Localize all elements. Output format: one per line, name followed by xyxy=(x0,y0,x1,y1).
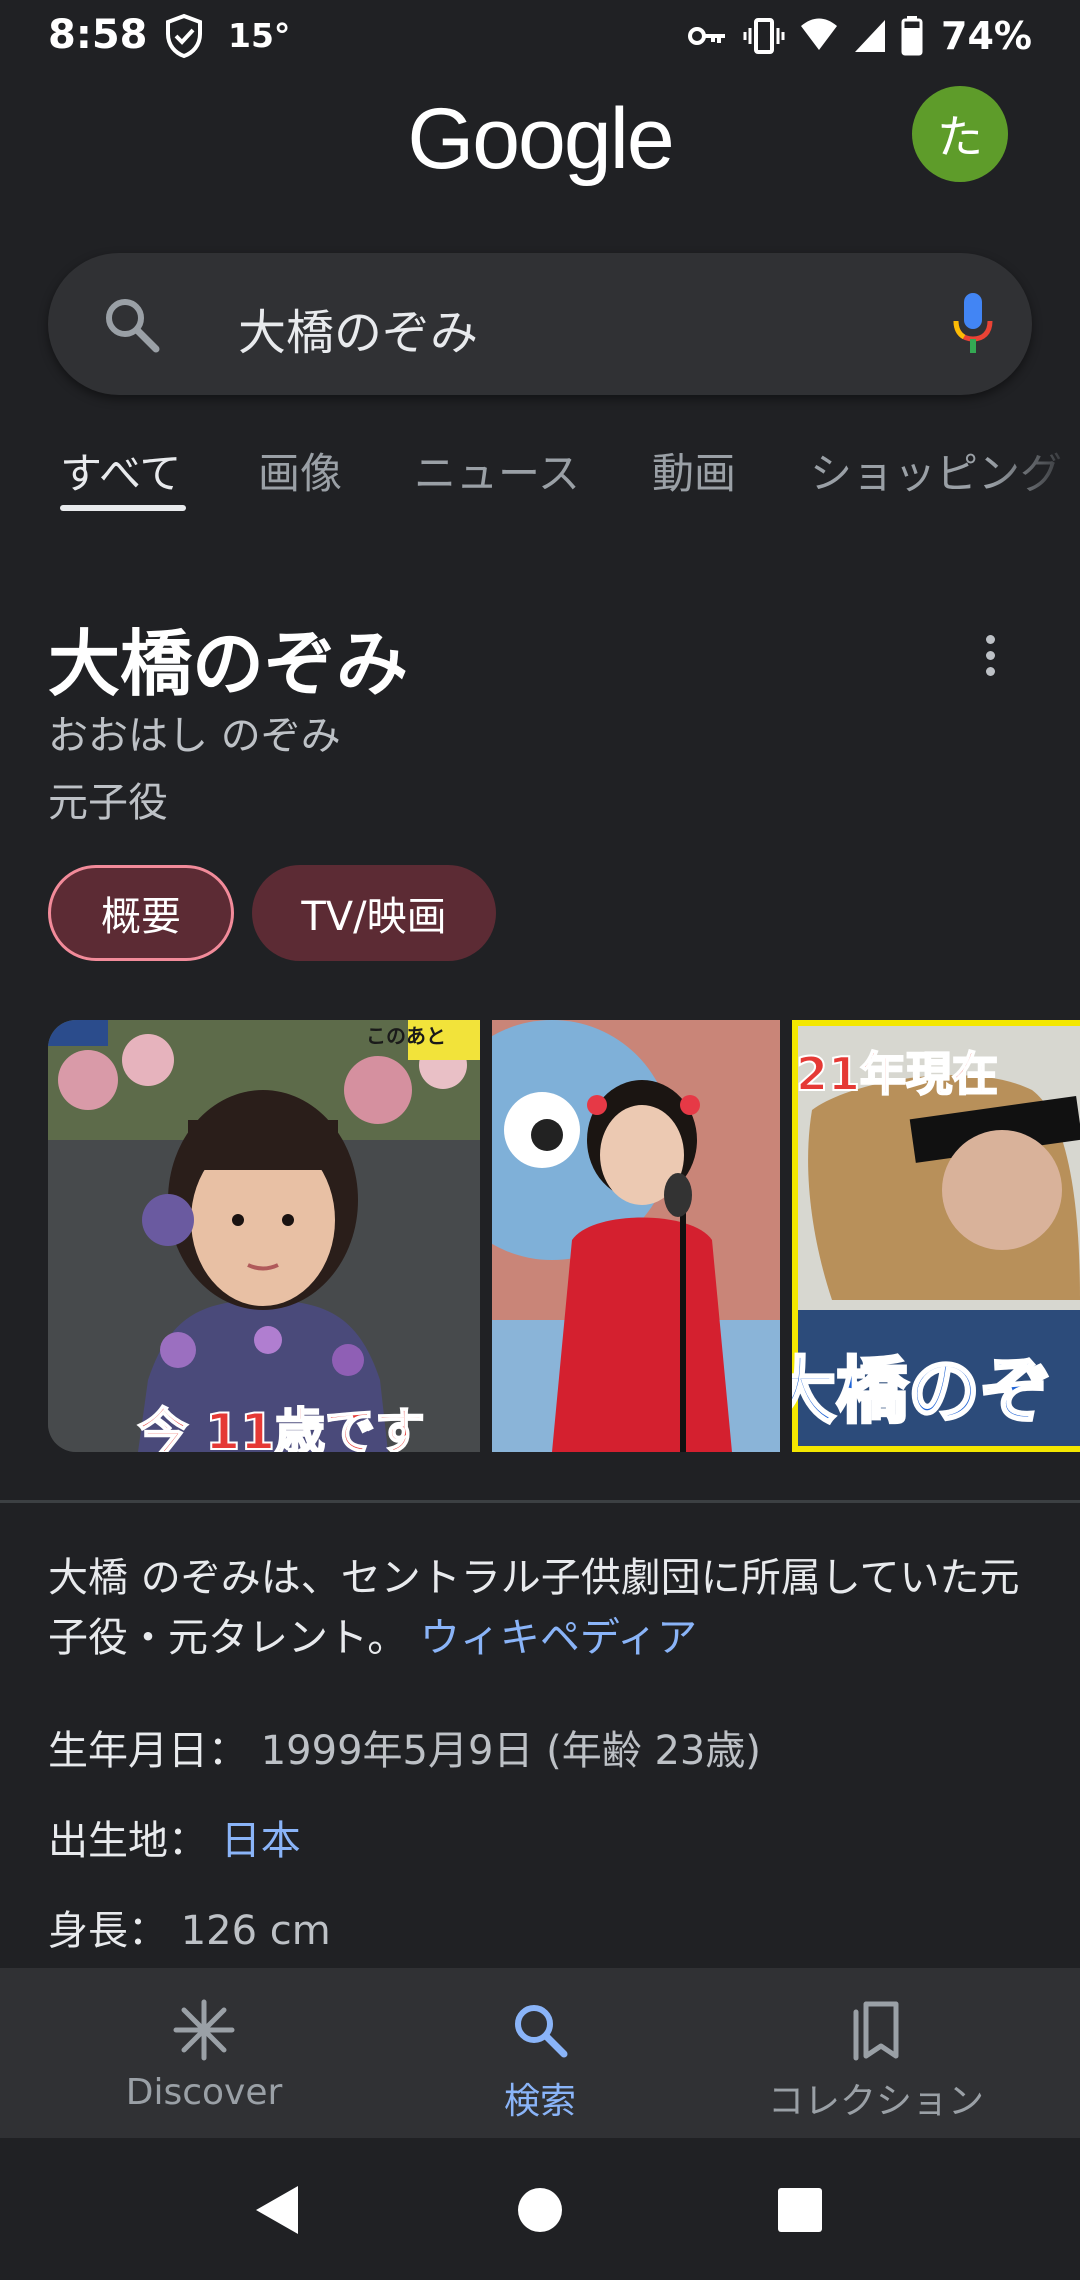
more-options-icon[interactable] xyxy=(960,620,1020,690)
image-caption: 今 11歳です xyxy=(137,1402,426,1452)
search-bar[interactable]: 大橋のぞみ xyxy=(48,253,1032,395)
collections-icon xyxy=(853,2001,899,2061)
entity-image-1[interactable]: 今 11歳です このあと xyxy=(48,1020,480,1452)
cell-signal-icon xyxy=(855,20,886,52)
section-divider xyxy=(0,1500,1080,1503)
search-input[interactable]: 大橋のぞみ xyxy=(238,293,478,363)
tab-images[interactable]: 画像 xyxy=(258,440,342,501)
tabs-fade xyxy=(990,440,1080,520)
fact-birthdate: 生年月日： 1999年5月9日 (年齢 23歳) xyxy=(48,1718,761,1776)
image-badge: このあと xyxy=(366,1024,446,1048)
nav-search[interactable]: 検索 xyxy=(370,1968,710,2138)
fact-height: 身長： 126 cm xyxy=(48,1898,331,1956)
back-icon[interactable] xyxy=(252,2182,302,2238)
status-bar: 8:58 15° 74% xyxy=(0,0,1080,70)
key-icon xyxy=(688,27,726,45)
search-icon xyxy=(106,299,160,353)
nav-discover[interactable]: Discover xyxy=(34,1968,374,2138)
fact-label: 出生地： xyxy=(48,1818,208,1864)
entity-description: 元子役 xyxy=(48,780,168,826)
nav-label: コレクション xyxy=(767,2081,984,2122)
chip-tv-movies[interactable]: TV/映画 xyxy=(252,865,496,961)
tab-all[interactable]: すべて xyxy=(60,440,181,501)
image-carousel: 今 11歳です このあと 21年現在 大橋のぞ xyxy=(0,1020,1080,1452)
fact-value: 126 cm xyxy=(180,1908,331,1954)
vibrate-icon xyxy=(743,18,785,54)
image-caption: 大橋のぞ xyxy=(792,1348,1054,1435)
system-navigation-bar xyxy=(0,2138,1080,2280)
microphone-icon[interactable] xyxy=(948,289,998,359)
entity-title: 大橋のぞみ xyxy=(48,622,409,706)
account-avatar[interactable]: た xyxy=(912,86,1008,182)
recents-icon[interactable] xyxy=(776,2182,824,2238)
tab-videos[interactable]: 動画 xyxy=(652,440,736,501)
fact-label: 生年月日： xyxy=(48,1728,248,1774)
bottom-navigation: Discover 検索 コレクション xyxy=(0,1968,1080,2138)
asterisk-icon xyxy=(173,1999,235,2061)
image-caption: 21年現在 xyxy=(795,1046,999,1102)
tab-news[interactable]: ニュース xyxy=(414,440,580,501)
fact-value-link[interactable]: 日本 xyxy=(221,1818,301,1864)
search-icon xyxy=(515,2005,568,2058)
chip-overview[interactable]: 概要 xyxy=(48,865,234,961)
active-tab-indicator xyxy=(60,505,186,511)
status-time: 8:58 xyxy=(48,12,148,58)
fact-label: 身長： xyxy=(48,1908,168,1954)
nav-label: 検索 xyxy=(503,2081,576,2122)
home-icon[interactable] xyxy=(516,2182,564,2238)
vpn-shield-icon xyxy=(166,13,202,59)
nav-collections[interactable]: コレクション xyxy=(706,1968,1046,2138)
entity-summary: 大橋 のぞみは、セントラル子供劇団に所属していた元子役・元タレント。 ウィキペデ… xyxy=(48,1548,1038,1668)
nav-label: Discover xyxy=(125,2072,283,2113)
battery-percent: 74% xyxy=(941,14,1032,58)
fact-value: 1999年5月9日 (年齢 23歳) xyxy=(260,1728,761,1774)
entity-image-3[interactable]: 21年現在 大橋のぞ xyxy=(792,1020,1080,1452)
entity-image-2[interactable] xyxy=(492,1020,780,1452)
battery-icon xyxy=(901,16,923,56)
status-temperature: 15° xyxy=(228,16,291,55)
wikipedia-link[interactable]: ウィキペディア xyxy=(420,1615,697,1661)
entity-reading: おおはし のぞみ xyxy=(48,713,341,759)
search-tabs: すべて 画像 ニュース 動画 ショッピング xyxy=(0,440,1080,550)
fact-birthplace: 出生地： 日本 xyxy=(48,1808,301,1866)
wifi-icon xyxy=(801,18,838,50)
